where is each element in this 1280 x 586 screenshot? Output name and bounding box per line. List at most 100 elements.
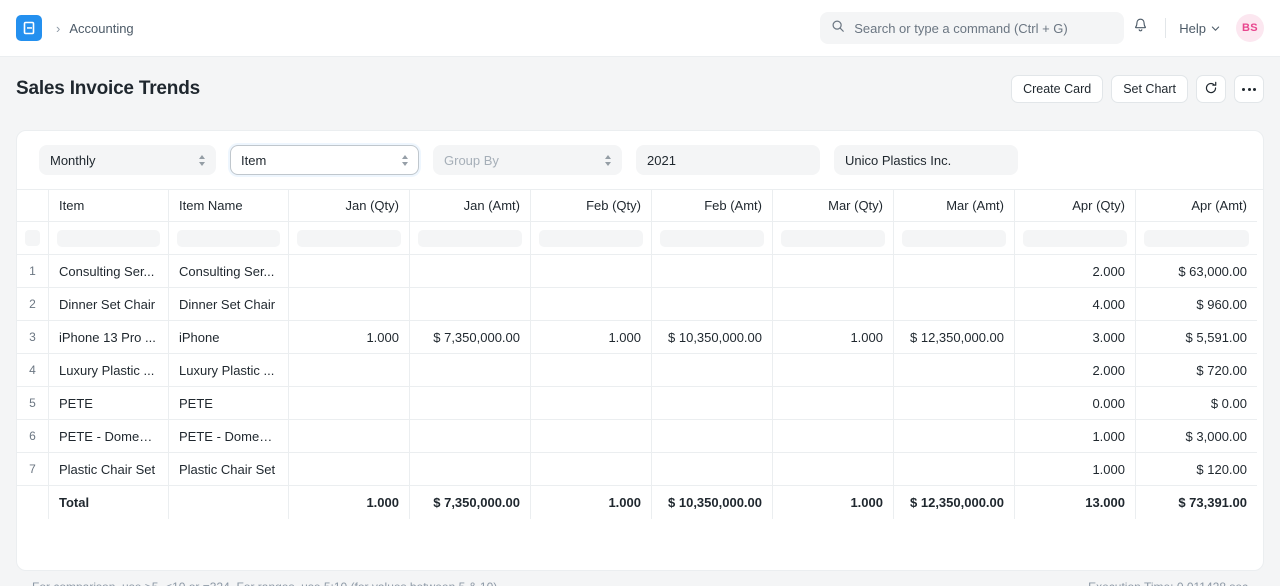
cell-feb-amt[interactable] <box>652 354 773 387</box>
cell-item[interactable]: Plastic Chair Set <box>49 453 169 486</box>
filter-cell-jan-amt[interactable] <box>410 222 531 255</box>
filter-based-on[interactable]: Item <box>230 145 419 175</box>
avatar[interactable]: BS <box>1236 14 1264 42</box>
cell-item-name[interactable]: Luxury Plastic ... <box>169 354 289 387</box>
cell-feb-amt[interactable] <box>652 420 773 453</box>
table-row[interactable]: 7Plastic Chair SetPlastic Chair Set1.000… <box>17 453 1263 486</box>
select-all-box[interactable] <box>25 230 40 246</box>
filter-cell-feb-qty[interactable] <box>531 222 652 255</box>
cell-mar-qty[interactable] <box>773 354 894 387</box>
more-options-button[interactable] <box>1234 75 1264 103</box>
filter-cell-select[interactable] <box>17 222 49 255</box>
cell-jan-qty[interactable] <box>289 420 410 453</box>
cell-apr-amt[interactable]: $ 0.00 <box>1136 387 1257 420</box>
cell-mar-amt[interactable] <box>894 255 1015 288</box>
cell-feb-qty[interactable] <box>531 288 652 321</box>
cell-mar-amt[interactable] <box>894 420 1015 453</box>
cell-mar-qty[interactable] <box>773 288 894 321</box>
column-header-item-name[interactable]: Item Name <box>169 190 289 222</box>
filter-cell-apr-amt[interactable] <box>1136 222 1257 255</box>
cell-feb-qty[interactable] <box>531 354 652 387</box>
column-header-jan-qty[interactable]: Jan (Qty) <box>289 190 410 222</box>
cell-mar-qty[interactable] <box>773 420 894 453</box>
cell-feb-qty[interactable]: 1.000 <box>531 321 652 354</box>
cell-mar-qty[interactable]: 1.000 <box>773 321 894 354</box>
cell-jan-amt[interactable] <box>410 387 531 420</box>
cell-apr-qty[interactable]: 1.000 <box>1015 420 1136 453</box>
cell-mar-qty[interactable] <box>773 387 894 420</box>
column-filter-input[interactable] <box>539 230 643 247</box>
cell-jan-amt[interactable]: $ 7,350,000.00 <box>410 321 531 354</box>
filter-cell-item-name[interactable] <box>169 222 289 255</box>
help-menu[interactable]: Help <box>1175 21 1224 36</box>
cell-apr-qty[interactable]: 2.000 <box>1015 354 1136 387</box>
cell-jan-qty[interactable] <box>289 387 410 420</box>
table-row[interactable]: 6PETE - DomesticPETE - Domestic1.000$ 3,… <box>17 420 1263 453</box>
cell-mar-amt[interactable]: $ 12,350,000.00 <box>894 321 1015 354</box>
cell-mar-qty[interactable] <box>773 453 894 486</box>
column-filter-input[interactable] <box>1023 230 1127 247</box>
cell-jan-amt[interactable] <box>410 420 531 453</box>
cell-mar-amt[interactable] <box>894 288 1015 321</box>
cell-apr-qty[interactable]: 4.000 <box>1015 288 1136 321</box>
cell-feb-amt[interactable]: $ 10,350,000.00 <box>652 321 773 354</box>
cell-mar-amt[interactable] <box>894 453 1015 486</box>
column-header-jan-amt[interactable]: Jan (Amt) <box>410 190 531 222</box>
cell-mar-amt[interactable] <box>894 354 1015 387</box>
cell-feb-amt[interactable] <box>652 288 773 321</box>
cell-apr-amt[interactable]: $ 5,591.00 <box>1136 321 1257 354</box>
cell-feb-amt[interactable] <box>652 453 773 486</box>
cell-item[interactable]: PETE - Domestic <box>49 420 169 453</box>
cell-feb-amt[interactable] <box>652 387 773 420</box>
column-header-mar-amt[interactable]: Mar (Amt) <box>894 190 1015 222</box>
table-row[interactable]: 4Luxury Plastic ...Luxury Plastic ...2.0… <box>17 354 1263 387</box>
cell-jan-amt[interactable] <box>410 255 531 288</box>
cell-jan-amt[interactable] <box>410 453 531 486</box>
column-header-feb-amt[interactable]: Feb (Amt) <box>652 190 773 222</box>
filter-cell-jan-qty[interactable] <box>289 222 410 255</box>
create-card-button[interactable]: Create Card <box>1011 75 1103 103</box>
cell-mar-amt[interactable] <box>894 387 1015 420</box>
cell-jan-qty[interactable] <box>289 453 410 486</box>
column-filter-input[interactable] <box>1144 230 1249 247</box>
filter-group-by[interactable]: Group By <box>433 145 622 175</box>
cell-jan-amt[interactable] <box>410 288 531 321</box>
column-filter-input[interactable] <box>660 230 764 247</box>
column-filter-input[interactable] <box>781 230 885 247</box>
cell-jan-qty[interactable] <box>289 288 410 321</box>
column-header-item[interactable]: Item <box>49 190 169 222</box>
cell-item[interactable]: iPhone 13 Pro ... <box>49 321 169 354</box>
table-row[interactable]: 2Dinner Set ChairDinner Set Chair4.000$ … <box>17 288 1263 321</box>
cell-jan-qty[interactable]: 1.000 <box>289 321 410 354</box>
cell-jan-qty[interactable] <box>289 354 410 387</box>
column-filter-input[interactable] <box>418 230 522 247</box>
filter-cell-feb-amt[interactable] <box>652 222 773 255</box>
cell-mar-qty[interactable] <box>773 255 894 288</box>
cell-apr-qty[interactable]: 1.000 <box>1015 453 1136 486</box>
column-header-apr-amt[interactable]: Apr (Amt) <box>1136 190 1257 222</box>
cell-apr-amt[interactable]: $ 960.00 <box>1136 288 1257 321</box>
cell-item[interactable]: Consulting Ser... <box>49 255 169 288</box>
cell-apr-amt[interactable]: $ 720.00 <box>1136 354 1257 387</box>
column-filter-input[interactable] <box>177 230 280 247</box>
filter-company[interactable]: Unico Plastics Inc. <box>834 145 1018 175</box>
column-header-mar-qty[interactable]: Mar (Qty) <box>773 190 894 222</box>
table-row[interactable]: 5PETEPETE0.000$ 0.00 <box>17 387 1263 420</box>
cell-item[interactable]: Dinner Set Chair <box>49 288 169 321</box>
cell-apr-qty[interactable]: 0.000 <box>1015 387 1136 420</box>
cell-feb-qty[interactable] <box>531 453 652 486</box>
cell-item-name[interactable]: PETE - Domestic <box>169 420 289 453</box>
cell-feb-amt[interactable] <box>652 255 773 288</box>
table-row[interactable]: 3iPhone 13 Pro ...iPhone1.000$ 7,350,000… <box>17 321 1263 354</box>
filter-period[interactable]: Monthly <box>39 145 216 175</box>
cell-item[interactable]: Luxury Plastic ... <box>49 354 169 387</box>
cell-item-name[interactable]: Plastic Chair Set <box>169 453 289 486</box>
cell-feb-qty[interactable] <box>531 420 652 453</box>
column-header-select[interactable] <box>17 190 49 222</box>
cell-feb-qty[interactable] <box>531 387 652 420</box>
cell-item-name[interactable]: Dinner Set Chair <box>169 288 289 321</box>
filter-cell-apr-qty[interactable] <box>1015 222 1136 255</box>
cell-item[interactable]: PETE <box>49 387 169 420</box>
column-filter-input[interactable] <box>297 230 401 247</box>
column-filter-input[interactable] <box>902 230 1006 247</box>
